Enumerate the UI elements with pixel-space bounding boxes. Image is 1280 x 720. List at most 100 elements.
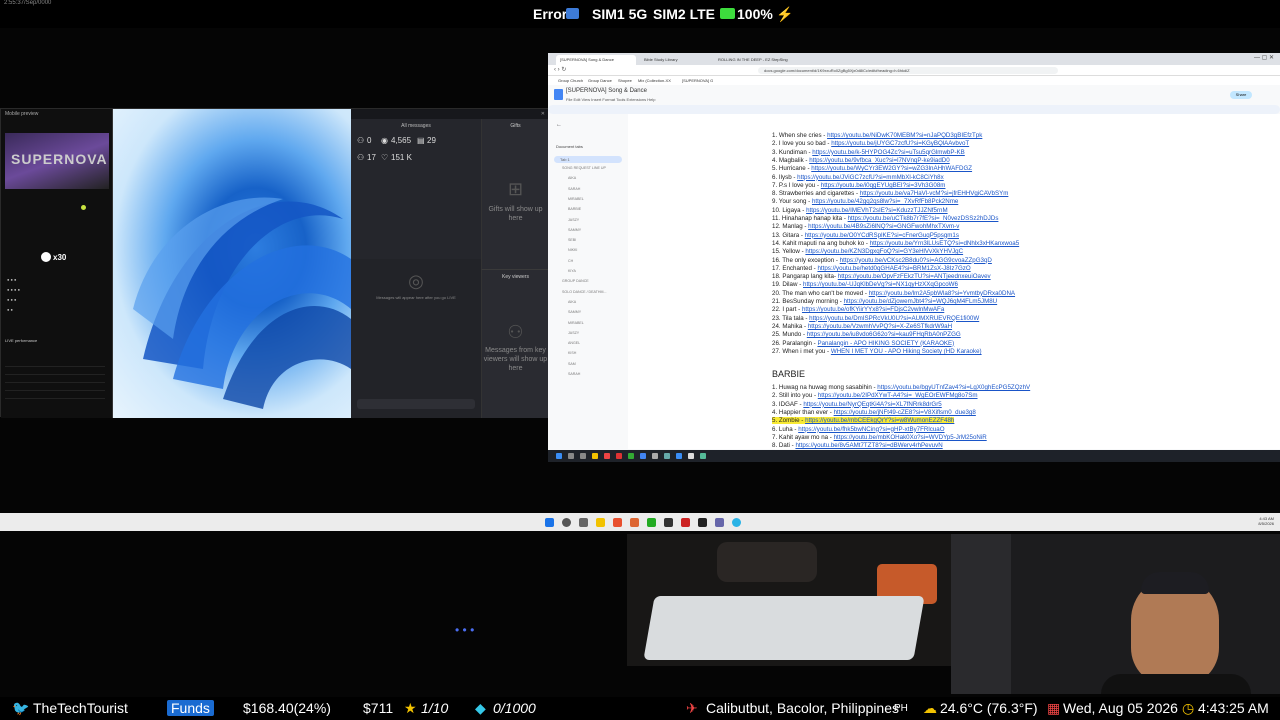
- bookmark-item[interactable]: Group Dance: [588, 78, 612, 83]
- taskview-icon[interactable]: [579, 518, 588, 527]
- brave-icon[interactable]: [613, 518, 622, 527]
- song-link[interactable]: https://youtu.be/k-5HYPOG4Zc?si=uTsu5qrG…: [812, 149, 965, 156]
- chrome-icon[interactable]: [640, 453, 646, 459]
- song-link[interactable]: WHEN I MET YOU - APO Hiking Society (HD …: [831, 348, 982, 355]
- document-title[interactable]: [SUPERNOVA] Song & Dance: [566, 88, 647, 94]
- app-icon[interactable]: [628, 453, 634, 459]
- outline-item[interactable]: NIKKI: [568, 248, 577, 252]
- outline-item[interactable]: GROUP DANCE: [562, 279, 589, 283]
- app-icon[interactable]: [652, 453, 658, 459]
- outline-item[interactable]: JASZY: [568, 218, 579, 222]
- song-link[interactable]: https://youtu.be/hetd0qGHAE4?si=BRM1ZsX-…: [817, 265, 970, 272]
- browser-tab[interactable]: [SUPERNOVA] Song & Dance: [556, 55, 636, 65]
- outline-item[interactable]: ANGEL: [568, 341, 580, 345]
- song-link[interactable]: https://youtu.be/dZjowemJbt4?si=WQJ6qM4F…: [844, 298, 998, 305]
- search-icon[interactable]: [568, 453, 574, 459]
- song-link[interactable]: https://youtu.be/fhk5bwNCing?si=gHP-xtBy…: [798, 426, 944, 433]
- song-link[interactable]: https://youtu.be/9vfbca_Xuc?si=l7NVnqP-k…: [809, 157, 950, 164]
- outline-item[interactable]: CH: [568, 259, 573, 263]
- folder-icon[interactable]: [592, 453, 598, 459]
- window-controls[interactable]: — ▢ ✕: [1254, 54, 1274, 61]
- song-link[interactable]: https://youtu.be/mbCEEkgQrY?si=w8WumonEZ…: [805, 417, 954, 424]
- xbox-icon[interactable]: [647, 518, 656, 527]
- url-input[interactable]: docs.google.com/document/d/1K9xxuRo0ZgBg…: [758, 67, 1058, 74]
- song-link[interactable]: https://youtu.be/iu8vdo6G62o?si=kau9FHqR…: [807, 331, 961, 338]
- app-icon[interactable]: [616, 453, 622, 459]
- song-link[interactable]: https://youtu.be/lm2A5pbWla8?si=YvmtbyDR…: [869, 290, 1015, 297]
- song-link[interactable]: https://youtu.be/uCTk8b7r7fE?si=_N0vezDS…: [848, 215, 999, 222]
- docs-toolbar[interactable]: [548, 105, 1280, 114]
- outline-item[interactable]: SOLO DANCE / DEATHM...: [562, 290, 606, 294]
- song-link[interactable]: https://youtu.be/KZN3DgxqFoQ?si=GY3eHlVv…: [805, 248, 963, 255]
- song-link[interactable]: https://youtu.be/i0qgEYUgBEI?si=3Vh3G08m: [821, 182, 946, 189]
- dash-close-icon[interactable]: ✕: [541, 111, 545, 117]
- outline-item[interactable]: KIYA: [568, 269, 576, 273]
- outline-item[interactable]: MIRABEL: [568, 197, 584, 201]
- song-link[interactable]: https://youtu.be/42gq2qs8lw?si=_7XvRfFb8…: [812, 198, 958, 205]
- browser-tab[interactable]: Bible Study Library: [640, 55, 710, 65]
- song-link[interactable]: https://youtu.be/NyrQEqtKi4A?si=XL7fNRrk…: [803, 401, 941, 408]
- outline-item[interactable]: BARBIE: [568, 207, 581, 211]
- song-link[interactable]: Panalangin - APO HIKING SOCIETY (KARAOKE…: [817, 340, 954, 347]
- outline-item[interactable]: SAMMY: [568, 228, 581, 232]
- app-icon[interactable]: [732, 518, 741, 527]
- taskview-icon[interactable]: [580, 453, 586, 459]
- song-link[interactable]: https://youtu.be/ofKYiirYYx8?si=FDjsC2vw…: [802, 306, 944, 313]
- app-icon[interactable]: [698, 518, 707, 527]
- app-icon[interactable]: [664, 518, 673, 527]
- app-icon[interactable]: [681, 518, 690, 527]
- outline-item[interactable]: SONG REQUEST LINE UP: [562, 166, 606, 170]
- back-arrow-icon[interactable]: ←: [556, 122, 562, 128]
- outline-tab[interactable]: Tab 1: [554, 156, 622, 163]
- song-link[interactable]: https://youtu.be/bgyUTnfZav4?si=LgX0ghEc…: [877, 384, 1030, 391]
- app-icon[interactable]: [630, 518, 639, 527]
- song-link[interactable]: https://youtu.be/mbKOHak0Xo?si=WVDYp5-Jr…: [834, 434, 987, 441]
- outline-item[interactable]: MIRABEL: [568, 321, 584, 325]
- song-link[interactable]: https://youtu.be/WyCYr3EW2GY?si=wZG3lnAH…: [811, 165, 972, 172]
- outline-item[interactable]: AIKA: [568, 176, 576, 180]
- app-icon[interactable]: [664, 453, 670, 459]
- bookmark-item[interactable]: Mix (Collection-XX: [638, 78, 671, 83]
- share-button[interactable]: Share: [1230, 91, 1252, 99]
- song-link[interactable]: https://youtu.be/OpvFzFEkzTU?si=ANTjeedn…: [838, 273, 991, 280]
- app-icon[interactable]: [688, 453, 694, 459]
- outline-item[interactable]: JASZY: [568, 331, 579, 335]
- outline-item[interactable]: SEBI: [568, 238, 576, 242]
- back-icon[interactable]: ‹ › ↻: [554, 66, 566, 73]
- docs-menu-bar[interactable]: File Edit View Insert Format Tools Exten…: [566, 97, 655, 102]
- song-link[interactable]: https://youtu.be/jNFt49-cZE8?si=V8Xiflsm…: [834, 409, 976, 416]
- search-icon[interactable]: [562, 518, 571, 527]
- folder-icon[interactable]: [596, 518, 605, 527]
- song-link[interactable]: https://youtu.be/O0YCdRSplKE?si=cFnerGuq…: [805, 232, 959, 239]
- outline-item[interactable]: KISH: [568, 351, 576, 355]
- song-link[interactable]: https://youtu.be/JViGC7zcfU?si=mmMbXl-kC…: [797, 174, 944, 181]
- browser-icon[interactable]: [604, 453, 610, 459]
- start-icon[interactable]: [556, 453, 562, 459]
- song-link[interactable]: https://youtu.be/jUYGC7zcfU?si=KGyBQlAAv…: [831, 140, 969, 147]
- outline-item[interactable]: SAM: [568, 362, 576, 366]
- outline-item[interactable]: AIKA: [568, 300, 576, 304]
- app-icon[interactable]: [676, 453, 682, 459]
- song-link[interactable]: https://youtu.be/Yrn3lLUsETQ?si=dNhlx3xH…: [870, 240, 1019, 247]
- song-link[interactable]: https://youtu.be/VzwmhVvPQ?si=X-Ze6STfkd…: [808, 323, 952, 330]
- song-link[interactable]: https://youtu.be/va7HaVl-vcM?si=jfrEHHVg…: [860, 190, 1009, 197]
- browser-tab[interactable]: ROLLING IN THE DEEP - EZ StepSing: [714, 55, 804, 65]
- outline-item[interactable]: SARAH: [568, 372, 580, 376]
- song-link[interactable]: https://youtu.be/DmISPRcVkU0U?si=AUMXRUE…: [809, 315, 979, 322]
- song-link[interactable]: https://youtu.be/8v5AMt7TZT8?si=dBWerv4r…: [795, 442, 942, 449]
- start-icon[interactable]: [545, 518, 554, 527]
- song-link[interactable]: https://youtu.be/IMEVhT2sIE?si=KduzzTJJZ…: [806, 207, 948, 214]
- bookmark-item[interactable]: [SUPERNOVA] G: [682, 78, 713, 83]
- song-link[interactable]: https://youtu.be/4B9sZi6lNQ?si=GNGFwohMh…: [808, 223, 959, 230]
- bookmark-item[interactable]: Shopee: [618, 78, 632, 83]
- taskbar-clock[interactable]: 4:43 AM 8/5/2026: [1258, 516, 1274, 526]
- app-icon[interactable]: [715, 518, 724, 527]
- outline-item[interactable]: SAMMY: [568, 310, 581, 314]
- bookmark-item[interactable]: Group Church: [558, 78, 583, 83]
- chat-input[interactable]: [357, 399, 475, 409]
- song-link[interactable]: https://youtu.be/2IPdXYwT-A4?si=_WgEOrEW…: [818, 392, 978, 399]
- song-link[interactable]: https://youtu.be/vCKsc2B8du0?si=AGG9cvoa…: [840, 257, 992, 264]
- outline-item[interactable]: SARAH: [568, 187, 580, 191]
- docs-logo-icon[interactable]: [554, 89, 563, 100]
- song-link[interactable]: https://youtu.be/-UJqKlbDeVg?si=NX1qyHzX…: [803, 281, 958, 288]
